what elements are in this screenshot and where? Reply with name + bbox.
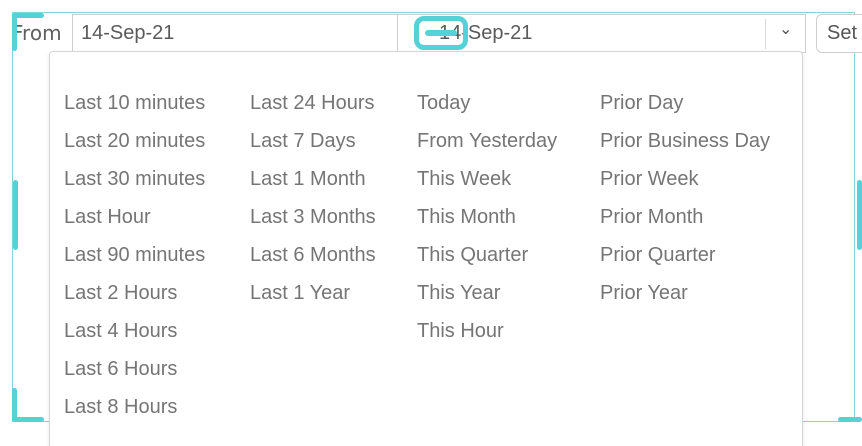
preset-option[interactable]: This Hour (417, 318, 557, 356)
set-button-label: Set (827, 22, 858, 44)
preset-option[interactable]: Last 30 minutes (64, 166, 205, 204)
preset-option[interactable]: This Week (417, 166, 557, 204)
preset-option[interactable]: Last 1 Year (250, 280, 376, 318)
preset-option[interactable]: From Yesterday (417, 128, 557, 166)
resize-handle-bottom-left-vertical[interactable] (12, 388, 17, 422)
preset-option[interactable]: This Quarter (417, 242, 557, 280)
preset-column-days-months: Last 24 Hours Last 7 Days Last 1 Month L… (250, 90, 376, 318)
preset-option[interactable]: Prior Quarter (600, 242, 770, 280)
resize-handle-left[interactable] (13, 180, 18, 250)
preset-column-prior-periods: Prior Day Prior Business Day Prior Week … (600, 90, 770, 318)
preset-range-dropdown: Last 10 minutes Last 20 minutes Last 30 … (49, 51, 803, 446)
preset-column-current-periods: Today From Yesterday This Week This Mont… (417, 90, 557, 356)
preset-option[interactable]: Prior Business Day (600, 128, 770, 166)
preset-option[interactable]: Last 24 Hours (250, 90, 376, 128)
resize-handle-bottom-right[interactable] (838, 417, 862, 422)
preset-option[interactable]: Prior Week (600, 166, 770, 204)
preset-option[interactable]: Last 7 Days (250, 128, 376, 166)
preset-option[interactable]: Prior Day (600, 90, 770, 128)
preset-option[interactable]: Prior Month (600, 204, 770, 242)
preset-option[interactable]: Today (417, 90, 557, 128)
dropdown-divider (765, 19, 766, 49)
chevron-down-icon[interactable]: ⌄ (779, 19, 792, 38)
set-button[interactable]: Set (816, 14, 862, 53)
preset-option[interactable]: Prior Year (600, 280, 770, 318)
resize-handle-top-left-vertical[interactable] (12, 13, 17, 51)
preset-option[interactable]: Last 90 minutes (64, 242, 205, 280)
from-label: From (12, 21, 62, 45)
preset-option[interactable]: This Month (417, 204, 557, 242)
preset-option[interactable]: Last 20 minutes (64, 128, 205, 166)
preset-option[interactable]: Last 6 Months (250, 242, 376, 280)
preset-option[interactable]: Last 10 minutes (64, 90, 205, 128)
preset-option[interactable]: Last 2 Hours (64, 280, 205, 318)
resize-handle-right[interactable] (857, 180, 862, 250)
preset-option[interactable]: Last 6 Hours (64, 356, 205, 394)
from-date-field[interactable]: 14-Sep-21 (72, 14, 398, 53)
preset-column-minutes-hours: Last 10 minutes Last 20 minutes Last 30 … (64, 90, 205, 432)
preset-option[interactable]: Last 8 Hours (64, 394, 205, 432)
preset-option[interactable]: Last 1 Month (250, 166, 376, 204)
move-handle-grip[interactable] (425, 30, 457, 36)
preset-option[interactable]: Last Hour (64, 204, 205, 242)
preset-option[interactable]: Last 3 Months (250, 204, 376, 242)
preset-option[interactable]: Last 4 Hours (64, 318, 205, 356)
preset-option[interactable]: This Year (417, 280, 557, 318)
from-date-value: 14-Sep-21 (81, 22, 175, 44)
